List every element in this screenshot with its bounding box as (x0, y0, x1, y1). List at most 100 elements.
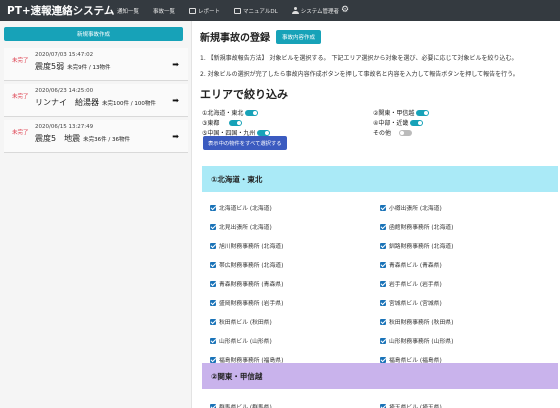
toggle-switch[interactable] (245, 109, 259, 116)
checkbox-checked-icon[interactable] (210, 337, 216, 344)
filter-other[interactable]: その他 (373, 128, 413, 137)
checkbox-checked-icon[interactable] (210, 299, 216, 306)
building-name: 山形県ビル (山形県) (219, 339, 272, 345)
building-item[interactable]: 釧路財務事務所 (北海道) (380, 236, 550, 255)
nav-reports-label: レポート (198, 8, 221, 15)
report-item[interactable]: 未完了 2020/07/03 15:47:02 震度5弱 未完9件 / 13物件 … (4, 48, 188, 81)
report-title-text: リンナイ 給湯器 (35, 98, 99, 107)
filter-tokyo[interactable]: ③東都 (202, 118, 243, 127)
building-item[interactable]: 帯広財務事務所 (北海道) (210, 255, 380, 274)
building-item[interactable]: 盛岡財務事務所 (岩手県) (210, 293, 380, 312)
building-item[interactable]: 北海道ビル (北海道) (210, 198, 380, 217)
building-row: 群馬県ビル (群馬県) 埼玉県ビル (埼玉県) (210, 397, 550, 408)
building-item[interactable]: 函館財務事務所 (北海道) (380, 217, 550, 236)
checkbox-checked-icon[interactable] (380, 242, 386, 249)
building-item[interactable]: 山形財務事務所 (山形県) (380, 331, 550, 350)
checkbox-checked-icon[interactable] (380, 356, 386, 363)
filter-label: ②関東・甲信越 (373, 110, 415, 117)
checkbox-checked-icon[interactable] (380, 299, 386, 306)
building-name: 秋田県ビル (秋田県) (219, 320, 272, 326)
building-name: 北海道ビル (北海道) (219, 206, 272, 212)
toggle-switch[interactable] (257, 129, 271, 136)
checkbox-checked-icon[interactable] (380, 280, 386, 287)
building-name: 帯広財務事務所 (北海道) (219, 263, 284, 269)
building-row: 旭川財務事務所 (北海道) 釧路財務事務所 (北海道) (210, 236, 550, 255)
checkbox-checked-icon[interactable] (380, 403, 386, 408)
building-name: 群馬県ビル (群馬県) (219, 405, 272, 408)
building-item[interactable]: 旭川財務事務所 (北海道) (210, 236, 380, 255)
nav-reports[interactable]: レポート (189, 7, 220, 15)
building-name: 秋田財務事務所 (秋田県) (389, 320, 454, 326)
report-item[interactable]: 未完了 2020/06/15 13:27:49 震度5 地震 未完36件 / 36… (4, 120, 188, 153)
checkbox-checked-icon[interactable] (380, 223, 386, 230)
arrow-right-icon[interactable]: ➡ (172, 132, 179, 141)
arrow-right-icon[interactable]: ➡ (172, 96, 179, 105)
checkbox-checked-icon[interactable] (210, 280, 216, 287)
area-filter-title: エリアで絞り込み (200, 88, 288, 101)
checkbox-checked-icon[interactable] (380, 318, 386, 325)
building-row: 北海道ビル (北海道) 小樽出張所 (北海道) (210, 198, 550, 217)
building-item[interactable]: 岩手県ビル (岩手県) (380, 274, 550, 293)
toggle-switch[interactable] (416, 109, 430, 116)
checkbox-checked-icon[interactable] (380, 204, 386, 211)
checkbox-checked-icon[interactable] (210, 223, 216, 230)
filter-label: ③東都 (202, 120, 220, 127)
building-item[interactable]: 埼玉県ビル (埼玉県) (380, 397, 550, 408)
nav-accidents[interactable]: 事故一覧 (153, 7, 175, 15)
document-icon (189, 7, 197, 14)
building-name: 宮城県ビル (宮城県) (389, 301, 442, 307)
new-accident-button[interactable]: 新規事故作成 (4, 27, 183, 41)
checkbox-checked-icon[interactable] (210, 318, 216, 325)
building-name: 岩手県ビル (岩手県) (389, 282, 442, 288)
report-date: 2020/06/15 13:27:49 (35, 124, 94, 130)
building-item[interactable]: 青森県ビル (青森県) (380, 255, 550, 274)
instruction-2: 2. 対象ビルの選択が完了したら事故内容作成ボタンを押して事故名と内容を入力して… (200, 71, 519, 78)
report-count: 未完100件 / 100物件 (102, 101, 156, 107)
nav-manual-download[interactable]: マニュアルDL (234, 7, 278, 15)
report-item[interactable]: 未完了 2020/06/23 14:25:00 リンナイ 給湯器 未完100件 /… (4, 84, 188, 117)
building-item[interactable]: 秋田県ビル (秋田県) (210, 312, 380, 331)
building-item[interactable]: 山形県ビル (山形県) (210, 331, 380, 350)
checkbox-checked-icon[interactable] (210, 403, 216, 408)
building-item[interactable]: 宮城県ビル (宮城県) (380, 293, 550, 312)
report-status: 未完了 (12, 130, 29, 136)
gear-icon[interactable]: ⚙ (341, 6, 349, 15)
app-brand[interactable]: PT+速報連絡システム (7, 3, 114, 18)
checkbox-checked-icon[interactable] (210, 204, 216, 211)
building-name: 小樽出張所 (北海道) (389, 206, 442, 212)
checkbox-checked-icon[interactable] (210, 242, 216, 249)
building-name: 函館財務事務所 (北海道) (389, 225, 454, 231)
toggle-switch[interactable] (229, 119, 243, 126)
user-icon (291, 7, 299, 14)
filter-hokkaido-tohoku[interactable]: ①北海道・東北 (202, 108, 259, 117)
arrow-right-icon[interactable]: ➡ (172, 60, 179, 69)
building-item[interactable]: 北見出張所 (北海道) (210, 217, 380, 236)
checkbox-checked-icon[interactable] (380, 337, 386, 344)
filter-kanto-koshinetsu[interactable]: ②関東・甲信越 (373, 108, 430, 117)
building-item[interactable]: 青森財務事務所 (青森県) (210, 274, 380, 293)
report-date: 2020/06/23 14:25:00 (35, 88, 94, 94)
report-count: 未完36件 / 36物件 (83, 137, 130, 143)
checkbox-checked-icon[interactable] (210, 261, 216, 268)
checkbox-checked-icon[interactable] (380, 261, 386, 268)
report-title: 震度5 地震 未完36件 / 36物件 (35, 133, 130, 144)
page-title: 新規事故の登録 (200, 33, 270, 44)
report-list: 未完了 2020/07/03 15:47:02 震度5弱 未完9件 / 13物件 … (4, 48, 188, 156)
building-name: 北見出張所 (北海道) (219, 225, 272, 231)
checkbox-checked-icon[interactable] (210, 356, 216, 363)
building-item[interactable]: 群馬県ビル (群馬県) (210, 397, 380, 408)
building-item[interactable]: 小樽出張所 (北海道) (380, 198, 550, 217)
nav-user-menu[interactable]: システム管理者 ⚙ (291, 6, 349, 15)
building-item[interactable]: 秋田財務事務所 (秋田県) (380, 312, 550, 331)
filter-label: ④中部・近畿 (373, 120, 409, 127)
toggle-switch[interactable] (399, 129, 413, 136)
select-all-button[interactable]: 表示中の物件をすべて選択する (203, 136, 287, 150)
instruction-1: 1. 【新規事故報告方法】 対象ビルを選択する。 下記エリア選択から対象を選び、… (200, 55, 518, 62)
report-title-text: 震度5弱 (35, 62, 65, 71)
nav-notifications[interactable]: 通知一覧 (117, 7, 139, 15)
report-status: 未完了 (12, 58, 29, 64)
toggle-switch[interactable] (410, 119, 424, 126)
filter-chubu-kinki[interactable]: ④中部・近畿 (373, 118, 424, 127)
report-title-text: 震度5 地震 (35, 134, 81, 143)
create-accident-content-button[interactable]: 事故内容作成 (276, 29, 322, 44)
